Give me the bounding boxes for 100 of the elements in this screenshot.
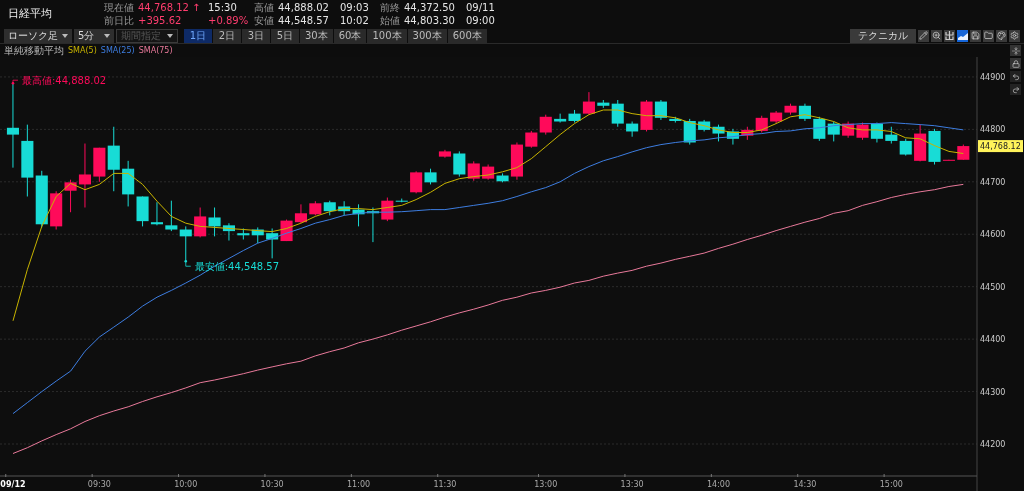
index-title: 日経平均 (7, 5, 53, 22)
candlestick (165, 200, 178, 232)
zoom-in-icon (932, 31, 941, 40)
undo-button[interactable] (1010, 71, 1021, 82)
candlestick (294, 203, 307, 224)
quote-detail: 09/11 (466, 1, 496, 14)
caret-icon (104, 33, 110, 38)
lock-icon (1011, 59, 1020, 68)
period-tab[interactable]: 100本 (367, 28, 407, 43)
candlestick (856, 122, 869, 141)
quote-detail: 09:00 (466, 14, 496, 27)
period-tab[interactable]: 60本 (333, 28, 367, 43)
legend-item: SMA(75) (138, 46, 173, 55)
candlestick (424, 168, 437, 185)
x-axis-label: 09/12 (0, 480, 26, 489)
dropdown[interactable]: 5分 (74, 28, 114, 43)
candlestick (914, 124, 927, 162)
quote-detail: 15:30 (208, 1, 238, 14)
candlestick (194, 207, 207, 238)
toolbar-button[interactable] (957, 29, 968, 42)
caret-icon (167, 33, 173, 38)
x-axis-label: 13:30 (620, 480, 644, 489)
fold-icon (1011, 46, 1020, 55)
fork-icon (945, 31, 954, 40)
candlestick (741, 126, 754, 141)
quote-detail: +0.89% (208, 14, 250, 27)
y-axis-label: 44400 (980, 335, 1006, 345)
caret-icon (62, 33, 68, 38)
y-axis-label: 44800 (980, 125, 1006, 135)
candlestick (179, 225, 192, 262)
period-tab[interactable]: 3日 (242, 28, 270, 43)
quote-detail: 09:03 (340, 1, 370, 14)
fit-button[interactable] (1010, 45, 1021, 56)
legend-item: SMA(5) (68, 46, 97, 55)
legend-title: 単純移動平均 (4, 45, 64, 56)
quote-label: 安値 (254, 14, 275, 27)
undo-icon (1011, 72, 1020, 81)
toolbar-button[interactable] (983, 29, 994, 42)
candlestick (266, 228, 279, 259)
candlestick (410, 170, 423, 194)
x-axis-label: 09:30 (87, 480, 111, 489)
y-axis-label: 44900 (980, 72, 1006, 82)
quote-value: 44,372.50 (404, 1, 455, 14)
redo-button[interactable] (1010, 84, 1021, 95)
x-axis-label: 13:00 (534, 480, 558, 489)
period-tab[interactable]: 600本 (447, 28, 487, 43)
y-axis-label: 44700 (980, 177, 1006, 187)
quote-value: 44,803.30 (404, 14, 455, 27)
toolbar-button[interactable] (944, 29, 955, 42)
quote-value: +395.62 (138, 14, 182, 27)
quote-label: 前日比 (104, 14, 135, 27)
quote-label: 現在値 (104, 1, 135, 14)
candlestick (712, 124, 725, 142)
candlestick (698, 119, 711, 132)
candlestick (899, 138, 912, 157)
candlestick (726, 128, 739, 146)
period-tab[interactable]: 300本 (407, 28, 447, 43)
x-axis-label: 14:30 (793, 480, 817, 489)
x-axis-label: 10:30 (260, 480, 284, 489)
area-chart-icon (957, 31, 968, 40)
period-tab[interactable]: 2日 (213, 28, 241, 43)
candlestick (453, 150, 466, 178)
y-axis-label: 44600 (980, 230, 1006, 240)
toolbar-button[interactable] (970, 29, 981, 42)
x-axis-label: 14:00 (707, 480, 731, 489)
high-price-label: 最高値:44,888.02 (21, 75, 107, 87)
candlestick (150, 201, 163, 226)
low-price-label: 最安値:44,548.57 (194, 261, 279, 273)
period-tab[interactable]: 30本 (300, 28, 333, 43)
quote-detail: 10:02 (340, 14, 370, 27)
redo-icon (1011, 85, 1020, 94)
candlestick (309, 200, 322, 216)
folder-icon (984, 31, 993, 40)
toolbar-button[interactable] (996, 29, 1007, 42)
y-axis-label: 44500 (980, 282, 1006, 292)
period-tab[interactable]: 1日 (184, 28, 212, 43)
toolbar-button[interactable] (931, 29, 942, 42)
period-tab[interactable]: 5日 (271, 28, 299, 43)
candlestick (827, 121, 840, 142)
candlestick (525, 130, 538, 149)
technical-button[interactable]: テクニカル (850, 28, 916, 43)
x-axis-label: 11:30 (433, 480, 457, 489)
quote-label: 高値 (254, 1, 275, 14)
candlestick (323, 200, 336, 216)
dropdown[interactable]: ローソク足 (4, 28, 72, 43)
toolbar-button[interactable] (1009, 29, 1020, 42)
lock-button[interactable] (1010, 58, 1021, 69)
quote-value: 44,548.57 (278, 14, 329, 27)
candlestick (50, 190, 63, 231)
settings-icon (1010, 31, 1019, 40)
candlestick (870, 122, 883, 143)
x-axis-label: 10:00 (174, 480, 198, 489)
trend-arrow: ↑ (191, 1, 201, 14)
quote-value: 44,888.02 (278, 1, 329, 14)
x-axis-label: 11:00 (347, 480, 371, 489)
candlestick (842, 121, 855, 139)
candlestick (755, 115, 768, 133)
candlestick (554, 113, 567, 124)
leader-line (184, 259, 192, 267)
candlestick (957, 144, 970, 161)
